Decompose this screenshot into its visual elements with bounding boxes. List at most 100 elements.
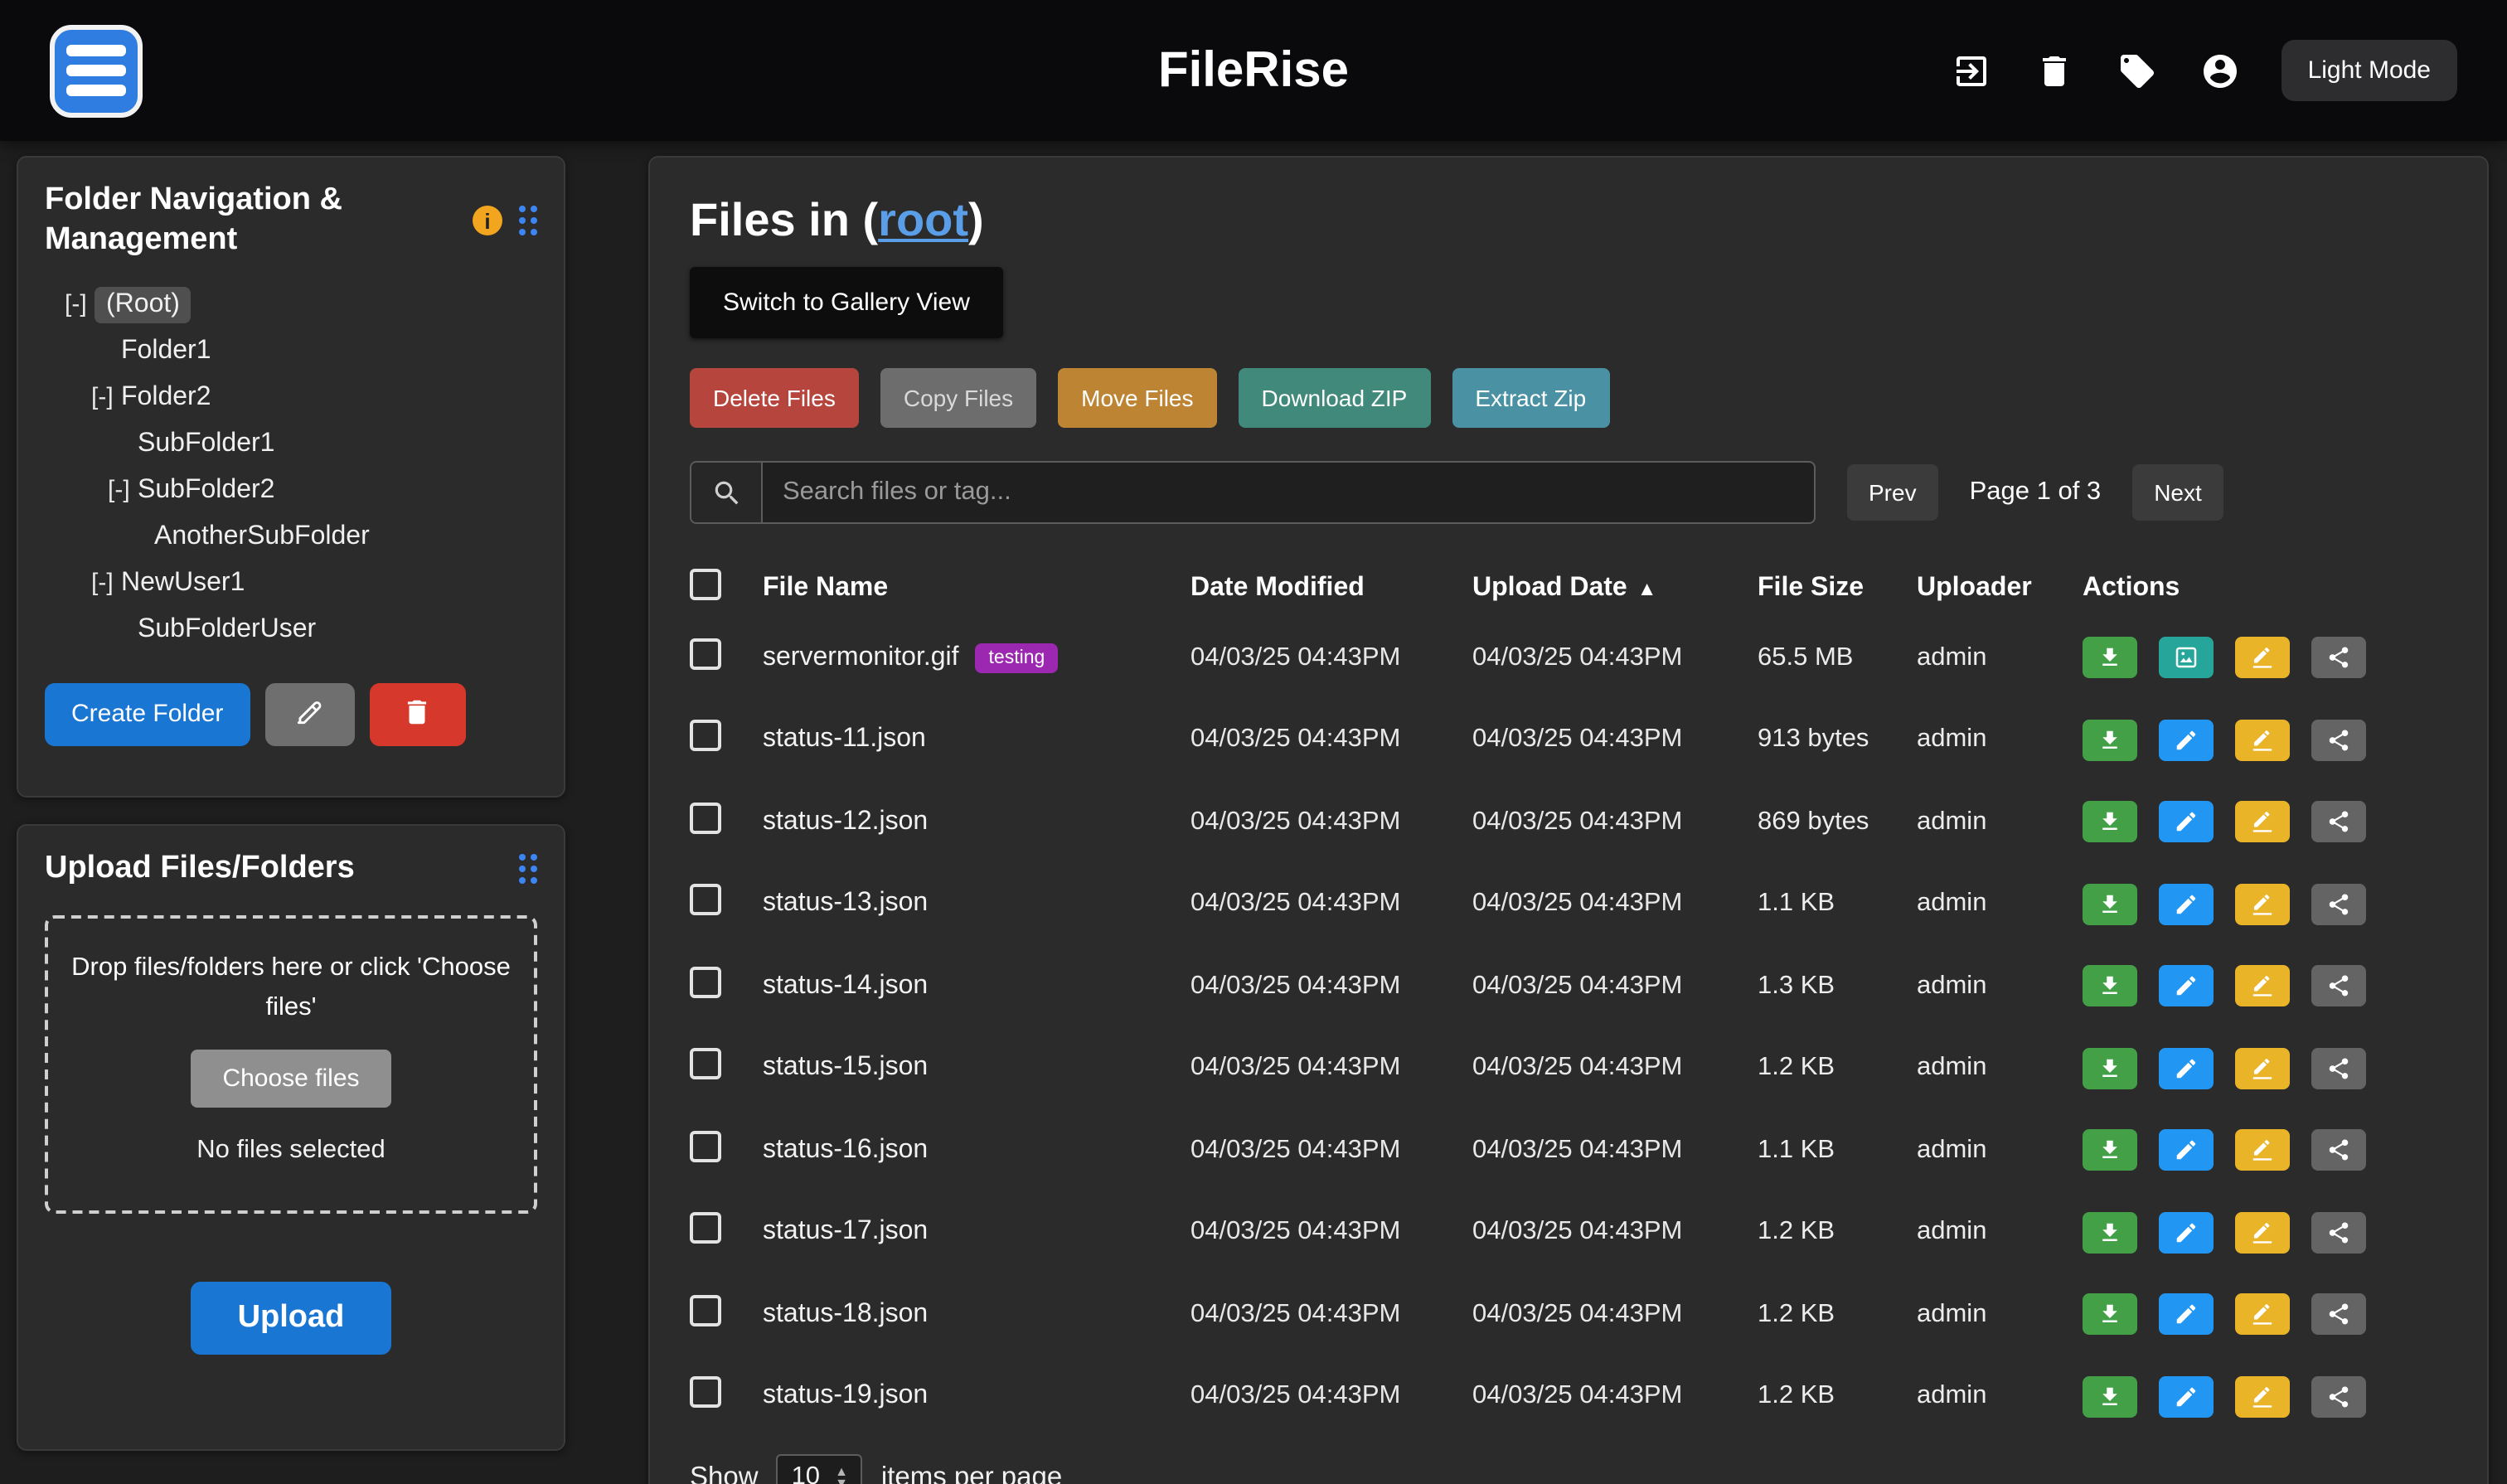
tree-label[interactable]: (Root) xyxy=(95,286,192,323)
toolbar-download-zip-button[interactable]: Download ZIP xyxy=(1239,368,1431,428)
trash-icon[interactable] xyxy=(2033,49,2076,92)
tree-item[interactable]: [-] (Root) xyxy=(45,281,537,327)
tree-item[interactable]: [-] Folder2 xyxy=(45,374,537,420)
select-all-checkbox[interactable] xyxy=(690,569,721,600)
download-button[interactable] xyxy=(2083,1376,2137,1418)
tree-item[interactable]: [-] NewUser1 xyxy=(45,560,537,606)
edit-button[interactable] xyxy=(2159,1376,2214,1418)
rename-button[interactable] xyxy=(2235,1376,2290,1418)
upload-button[interactable]: Upload xyxy=(192,1283,391,1355)
download-button[interactable] xyxy=(2083,1048,2137,1089)
rename-button[interactable] xyxy=(2235,1130,2290,1171)
edit-button[interactable] xyxy=(2159,1294,2214,1336)
tag-icon[interactable] xyxy=(2116,49,2159,92)
tree-toggle[interactable]: [-] xyxy=(91,569,121,597)
tree-item[interactable]: AnotherSubFolder xyxy=(45,513,537,560)
edit-button[interactable] xyxy=(2159,720,2214,761)
tree-label[interactable]: SubFolderUser xyxy=(138,614,316,644)
root-folder-link[interactable]: root xyxy=(878,194,968,245)
row-checkbox[interactable] xyxy=(690,1377,721,1409)
file-name[interactable]: status-12.json xyxy=(763,807,928,836)
share-button[interactable] xyxy=(2311,720,2366,761)
file-name[interactable]: status-11.json xyxy=(763,725,926,754)
edit-button[interactable] xyxy=(2159,966,2214,1007)
tree-item[interactable]: SubFolder1 xyxy=(45,420,537,467)
share-button[interactable] xyxy=(2311,802,2366,843)
tree-toggle[interactable]: [-] xyxy=(65,290,95,318)
download-button[interactable] xyxy=(2083,966,2137,1007)
row-checkbox[interactable] xyxy=(690,1213,721,1244)
row-checkbox[interactable] xyxy=(690,1049,721,1080)
row-checkbox[interactable] xyxy=(690,720,721,752)
prev-page-button[interactable]: Prev xyxy=(1847,464,1938,521)
edit-button[interactable] xyxy=(2159,802,2214,843)
tree-label[interactable]: NewUser1 xyxy=(121,568,245,598)
tree-toggle[interactable]: [-] xyxy=(108,476,138,504)
tree-label[interactable]: SubFolder2 xyxy=(138,475,274,505)
share-button[interactable] xyxy=(2311,638,2366,679)
rename-button[interactable] xyxy=(2235,802,2290,843)
create-folder-button[interactable]: Create Folder xyxy=(45,682,250,745)
toolbar-copy-files-button[interactable]: Copy Files xyxy=(880,368,1036,428)
filerise-logo[interactable] xyxy=(50,24,143,117)
toolbar-move-files-button[interactable]: Move Files xyxy=(1058,368,1216,428)
file-name[interactable]: status-15.json xyxy=(763,1054,928,1082)
toolbar-extract-zip-button[interactable]: Extract Zip xyxy=(1452,368,1609,428)
rename-folder-button[interactable] xyxy=(264,682,354,745)
row-checkbox[interactable] xyxy=(690,1131,721,1162)
edit-button[interactable] xyxy=(2159,884,2214,925)
download-button[interactable] xyxy=(2083,1212,2137,1254)
download-button[interactable] xyxy=(2083,638,2137,679)
preview-image-button[interactable] xyxy=(2159,638,2214,679)
row-checkbox[interactable] xyxy=(690,1295,721,1326)
tree-item[interactable]: Folder1 xyxy=(45,327,537,374)
next-page-button[interactable]: Next xyxy=(2132,464,2223,521)
items-per-page-select[interactable]: 10 ▲▼ xyxy=(777,1454,863,1484)
download-button[interactable] xyxy=(2083,884,2137,925)
header-file-size[interactable]: File Size xyxy=(1758,574,1917,604)
rename-button[interactable] xyxy=(2235,1048,2290,1089)
tree-label[interactable]: Folder2 xyxy=(121,382,211,412)
edit-button[interactable] xyxy=(2159,1048,2214,1089)
download-button[interactable] xyxy=(2083,1294,2137,1336)
file-name[interactable]: status-14.json xyxy=(763,972,928,1000)
share-button[interactable] xyxy=(2311,1376,2366,1418)
rename-button[interactable] xyxy=(2235,884,2290,925)
file-name[interactable]: status-16.json xyxy=(763,1136,928,1164)
choose-files-button[interactable]: Choose files xyxy=(191,1050,390,1108)
rename-button[interactable] xyxy=(2235,1212,2290,1254)
share-button[interactable] xyxy=(2311,1048,2366,1089)
share-button[interactable] xyxy=(2311,966,2366,1007)
file-name[interactable]: status-18.json xyxy=(763,1300,928,1328)
rename-button[interactable] xyxy=(2235,966,2290,1007)
tree-toggle[interactable]: [-] xyxy=(91,383,121,411)
switch-gallery-view-button[interactable]: Switch to Gallery View xyxy=(690,267,1003,338)
row-checkbox[interactable] xyxy=(690,967,721,998)
row-checkbox[interactable] xyxy=(690,885,721,916)
header-file-name[interactable]: File Name xyxy=(763,574,1190,604)
rename-button[interactable] xyxy=(2235,638,2290,679)
logout-icon[interactable] xyxy=(1950,49,1993,92)
file-name[interactable]: servermonitor.gif xyxy=(763,643,959,672)
share-button[interactable] xyxy=(2311,1212,2366,1254)
edit-button[interactable] xyxy=(2159,1130,2214,1171)
toolbar-delete-files-button[interactable]: Delete Files xyxy=(690,368,859,428)
delete-folder-button[interactable] xyxy=(369,682,465,745)
edit-button[interactable] xyxy=(2159,1212,2214,1254)
header-uploader[interactable]: Uploader xyxy=(1917,574,2083,604)
row-checkbox[interactable] xyxy=(690,638,721,670)
row-checkbox[interactable] xyxy=(690,803,721,834)
share-button[interactable] xyxy=(2311,1294,2366,1336)
light-mode-button[interactable]: Light Mode xyxy=(2282,40,2457,101)
share-button[interactable] xyxy=(2311,1130,2366,1171)
rename-button[interactable] xyxy=(2235,1294,2290,1336)
header-date-modified[interactable]: Date Modified xyxy=(1190,574,1472,604)
drag-handle-icon[interactable] xyxy=(519,206,537,236)
download-button[interactable] xyxy=(2083,720,2137,761)
tree-label[interactable]: SubFolder1 xyxy=(138,429,274,458)
tree-label[interactable]: AnotherSubFolder xyxy=(154,521,370,551)
drag-handle-icon[interactable] xyxy=(519,854,537,884)
download-button[interactable] xyxy=(2083,1130,2137,1171)
header-upload-date[interactable]: Upload Date▲ xyxy=(1472,574,1758,604)
download-button[interactable] xyxy=(2083,802,2137,843)
